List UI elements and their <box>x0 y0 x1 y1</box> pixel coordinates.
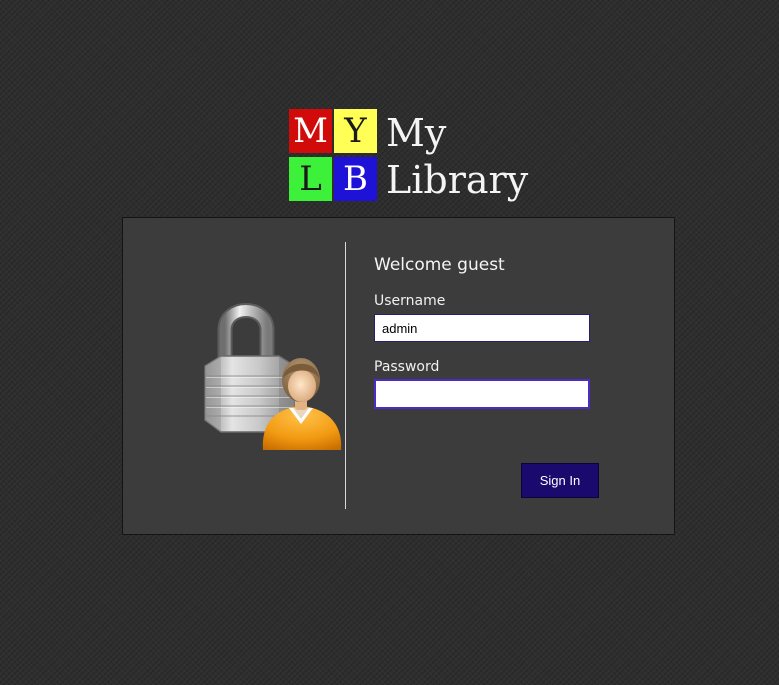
password-label: Password <box>374 359 440 375</box>
logo-tile-b: B <box>334 157 377 201</box>
logo-tile-l: L <box>289 157 332 201</box>
logo-word-library: Library <box>386 158 529 202</box>
logo-tile-m: M <box>289 109 332 153</box>
welcome-heading: Welcome guest <box>374 255 505 275</box>
username-label: Username <box>374 293 446 309</box>
login-panel: Welcome guest Username Password Sign In <box>122 217 675 535</box>
app-logo: M Y L B My Library <box>288 108 528 204</box>
password-input[interactable] <box>374 379 590 409</box>
logo-word-my: My <box>386 111 447 155</box>
padlock-user-icon <box>204 303 342 450</box>
username-input[interactable] <box>374 314 590 342</box>
sign-in-button[interactable]: Sign In <box>521 463 599 498</box>
logo-tile-y: Y <box>334 109 377 153</box>
panel-divider <box>345 242 346 509</box>
